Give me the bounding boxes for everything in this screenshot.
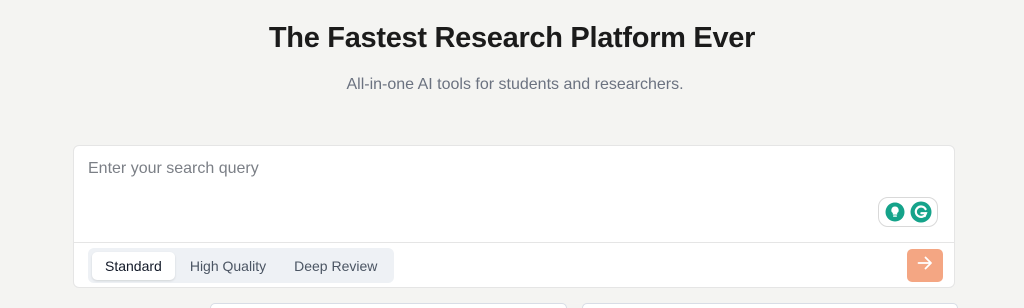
page-subtitle: All-in-one AI tools for students and res… (346, 76, 684, 93)
page-title: The Fastest Research Platform Ever (268, 22, 756, 54)
search-input[interactable] (86, 154, 868, 184)
lightbulb-icon[interactable] (884, 201, 906, 223)
feature-card-right[interactable] (582, 303, 958, 308)
search-card: Standard High Quality Deep Review (73, 145, 955, 288)
grammarly-icon[interactable] (910, 201, 932, 223)
submit-search-button[interactable] (907, 249, 943, 282)
arrow-right-icon (917, 256, 933, 275)
search-mode-tabs: Standard High Quality Deep Review (88, 248, 395, 283)
writing-assistant-widget[interactable] (878, 197, 938, 227)
tab-deep-review[interactable]: Deep Review (281, 252, 390, 280)
tab-high-quality[interactable]: High Quality (177, 252, 279, 280)
tab-standard[interactable]: Standard (92, 251, 175, 280)
page: The Fastest Research Platform Ever All-i… (0, 0, 1024, 308)
feature-card-left[interactable] (210, 303, 567, 308)
search-card-divider (74, 242, 954, 243)
